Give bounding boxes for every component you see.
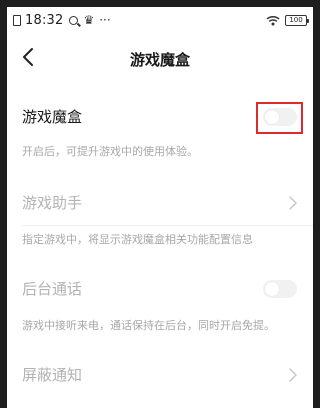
background-call-label: 后台通话 [22, 280, 83, 298]
search-icon [69, 15, 79, 25]
status-bar-right: 100 [266, 13, 309, 27]
divider [22, 225, 313, 226]
block-notifications-label: 屏蔽通知 [22, 366, 83, 384]
crown-icon: ♛ [83, 13, 95, 27]
game-assistant-label: 游戏助手 [22, 194, 83, 212]
more-icon: ··· [99, 13, 111, 27]
game-box-description: 开启后，可提升游戏中的使用体验。 [22, 145, 198, 158]
header: 游戏魔盒 [7, 37, 313, 77]
screen: 18:32 ♛ ··· 100 游戏魔盒 游戏魔盒 开启后，可提升游戏中的使用体… [7, 7, 313, 408]
setting-row-game-assistant: 游戏助手 [7, 185, 313, 221]
highlight-box [256, 102, 303, 134]
page-title: 游戏魔盒 [129, 51, 190, 69]
chevron-right-icon [289, 368, 297, 382]
status-time: 18:32 [25, 12, 64, 28]
status-bar-left: 18:32 ♛ ··· [13, 12, 111, 28]
setting-row-background-call: 后台通话 [7, 271, 313, 307]
chevron-right-icon [289, 196, 297, 210]
setting-row-block-notifications: 屏蔽通知 [7, 357, 313, 393]
game-box-label: 游戏魔盒 [22, 108, 83, 126]
battery-icon: 100 [285, 14, 309, 26]
sim-card-icon [13, 14, 21, 26]
battery-level: 100 [289, 15, 303, 24]
background-call-toggle [263, 280, 297, 298]
background-call-description: 游戏中接听来电，通话保持在后台，同时开启免提。 [22, 319, 275, 332]
toggle-knob [265, 282, 279, 296]
game-assistant-description: 指定游戏中，将显示游戏魔盒相关功能配置信息 [22, 233, 253, 246]
status-bar: 18:32 ♛ ··· 100 [7, 7, 313, 33]
wifi-icon [266, 15, 280, 25]
